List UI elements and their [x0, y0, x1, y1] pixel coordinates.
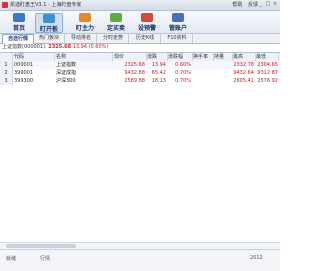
- window-title: 凯迪盯盘王V3.1 - 上海盯盘专家: [10, 2, 82, 8]
- header-change-pct[interactable]: 涨跌幅: [168, 53, 193, 61]
- cell-volume: [214, 69, 231, 77]
- index-change: 13.94 (0.60%): [72, 44, 109, 50]
- tab-ranking[interactable]: 导动排名: [66, 34, 97, 43]
- close-button[interactable]: ×: [272, 1, 278, 8]
- cell-low: 2304.65: [257, 62, 278, 68]
- help-link[interactable]: 帮助: [232, 2, 242, 8]
- cell-high: 2605.41: [233, 78, 254, 84]
- cell-code: 399001: [14, 70, 34, 76]
- cell-change: 13.94: [151, 62, 166, 68]
- minimize-button[interactable]: _: [258, 1, 264, 8]
- header-change[interactable]: 涨跌: [147, 53, 168, 61]
- title-links: 帮助 反馈: [228, 1, 258, 8]
- tab-f10[interactable]: F10资料: [162, 34, 193, 43]
- monitor-icon: [43, 14, 55, 23]
- header-high[interactable]: 最高: [233, 53, 256, 61]
- cell-change-pct: 0.60%: [175, 62, 191, 68]
- cell-volume: [214, 77, 231, 85]
- tab-intraday[interactable]: 分时走势: [98, 34, 129, 43]
- cell-code: 000001: [14, 62, 34, 68]
- header-volume[interactable]: 持量: [214, 53, 233, 61]
- cell-high: 9432.64: [233, 70, 254, 76]
- trade-icon: [110, 13, 122, 22]
- tab-bar: 自选行情 热门板块 导动排名 分时走势 历史K线 F10资料: [0, 34, 280, 44]
- cell-change: 18.13: [151, 78, 166, 84]
- index-info-bar: 上证指数(000001): 2325.68 13.94 (0.60%): [0, 44, 280, 51]
- status-bar: 就绪 行情 2012: [0, 249, 280, 271]
- table-row[interactable]: 3 399300 沪深300 2589.88 18.13 0.70% 2605.…: [0, 77, 280, 85]
- cell-change-pct: 0.70%: [175, 78, 191, 84]
- title-bar: 凯迪盯盘王V3.1 - 上海盯盘专家 帮助 反馈 _ □ ×: [0, 0, 280, 11]
- cell-name: 上证指数: [56, 62, 77, 68]
- status-year: 2012: [250, 255, 263, 261]
- tab-watchlist[interactable]: 自选行情: [2, 34, 34, 44]
- main-toolbar: 首页 盯开板 盯主力 定买卖 设预警 管账户: [0, 11, 280, 34]
- cell-price: 2325.68: [124, 62, 145, 68]
- cell-low: 2576.92: [257, 78, 278, 84]
- toolbar-trade-button[interactable]: 定买卖: [103, 13, 129, 32]
- toolbar-monitor-button[interactable]: 盯开板: [35, 13, 63, 33]
- cell-name: 沪深300: [56, 78, 76, 84]
- status-ready: 就绪: [6, 256, 17, 262]
- horizontal-scrollbar[interactable]: [0, 242, 280, 249]
- cell-change: 65.42: [151, 70, 166, 76]
- cell-name: 深证成指: [56, 70, 77, 76]
- header-code[interactable]: 代码: [14, 53, 55, 61]
- scrollbar-thumb[interactable]: [6, 244, 76, 248]
- header-low[interactable]: 最低: [256, 53, 279, 61]
- account-icon: [172, 13, 184, 22]
- maximize-button[interactable]: □: [265, 1, 271, 8]
- index-label: 上证指数(000001):: [2, 44, 47, 50]
- cell-volume: [214, 61, 231, 69]
- feedback-link[interactable]: 反馈: [248, 2, 258, 8]
- cell-code: 399300: [14, 78, 34, 84]
- toolbar-alarm-button[interactable]: 设预警: [134, 13, 160, 32]
- cell-low: 9312.87: [257, 70, 278, 76]
- cell-change-pct: 0.70%: [175, 70, 191, 76]
- header-price[interactable]: 现价: [114, 53, 147, 61]
- cell-turnover: [193, 69, 212, 77]
- index-value: 2325.68: [48, 44, 72, 50]
- header-name[interactable]: 名称: [56, 53, 113, 61]
- cell-price: 2589.88: [124, 78, 145, 84]
- table-row[interactable]: 2 399001 深证成指 9432.88 65.42 0.70% 9432.6…: [0, 69, 280, 77]
- toolbar-home-button[interactable]: 首页: [6, 13, 32, 32]
- header-index: [0, 53, 13, 61]
- cell-high: 2332.78: [233, 62, 254, 68]
- tab-history-kline[interactable]: 历史K线: [130, 34, 161, 43]
- tab-hot-sectors[interactable]: 热门板块: [34, 34, 65, 43]
- alarm-icon: [141, 13, 153, 22]
- toolbar-main-force-button[interactable]: 盯主力: [72, 13, 98, 32]
- chart-icon: [79, 13, 91, 22]
- cell-turnover: [193, 77, 212, 85]
- header-turnover[interactable]: 换手率: [193, 53, 214, 61]
- cell-turnover: [193, 61, 212, 69]
- table-row[interactable]: 1 000001 上证指数 2325.68 13.94 0.60% 2332.7…: [0, 61, 280, 69]
- home-icon: [13, 13, 25, 22]
- toolbar-account-button[interactable]: 管账户: [165, 13, 191, 32]
- cell-price: 9432.88: [124, 70, 145, 76]
- app-logo-icon: [2, 2, 8, 8]
- status-quote: 行情: [40, 256, 51, 262]
